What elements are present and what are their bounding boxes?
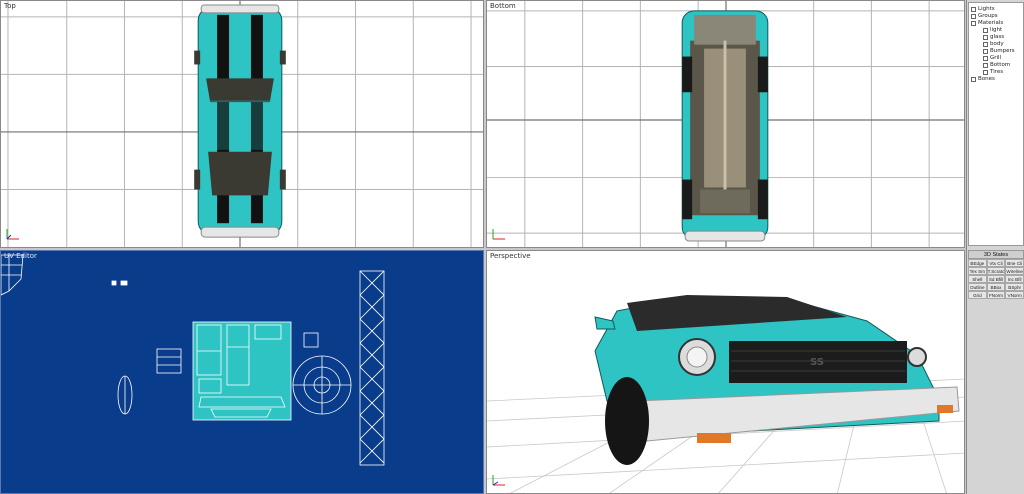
tree-item-glass[interactable]: glass xyxy=(971,34,1021,41)
render-states-panel: 3D States BEdge Vtx Cli Bne Cli Tex Sm T… xyxy=(968,250,1024,299)
top-viewport[interactable]: Top xyxy=(0,0,484,248)
tree-item-body[interactable]: body xyxy=(971,41,1021,48)
tree-item-label: glass xyxy=(990,34,1005,40)
grille-badge: SS xyxy=(810,357,824,368)
state-button[interactable]: BBox xyxy=(986,283,1006,291)
tree-item-label: Lights xyxy=(978,6,995,12)
state-button[interactable]: VNorm xyxy=(1005,291,1024,299)
car-top-model xyxy=(194,4,286,238)
uv-editor-viewport[interactable]: UV Editor xyxy=(0,250,484,494)
viewport-label: Top xyxy=(4,2,16,10)
grid xyxy=(1,1,483,247)
tree-item-label: light xyxy=(990,27,1003,33)
tree-item-label: body xyxy=(990,41,1004,47)
state-button[interactable]: Vtx Cli xyxy=(986,259,1006,267)
car-perspective-model: SS xyxy=(594,295,960,465)
bottom-viewport[interactable]: Bottom xyxy=(486,0,965,248)
state-button[interactable]: Shell xyxy=(968,275,987,283)
tree-item-label: Bones xyxy=(978,76,995,82)
node-icon xyxy=(971,77,976,82)
material-icon xyxy=(983,28,988,33)
state-button[interactable]: FNorm xyxy=(986,291,1006,299)
state-button[interactable]: Wireline xyxy=(1005,267,1024,275)
node-icon xyxy=(971,7,976,12)
node-icon xyxy=(971,21,976,26)
state-button[interactable]: BEdge xyxy=(968,259,987,267)
tree-item-bottom[interactable]: Bottom xyxy=(971,62,1021,69)
state-button[interactable]: T.Scratch xyxy=(986,267,1006,275)
material-icon xyxy=(983,56,988,61)
uv-islands xyxy=(1,254,385,466)
perspective-scene: SS xyxy=(487,295,964,493)
state-button[interactable]: Bne Cli xyxy=(1005,259,1024,267)
grid xyxy=(487,1,964,247)
axis-gizmo xyxy=(6,229,19,240)
tree-item-groups[interactable]: Groups xyxy=(971,13,1021,20)
tree-item-label: Grill xyxy=(990,55,1002,61)
axis-gizmo xyxy=(492,475,505,486)
tree-item-bones[interactable]: Bones xyxy=(971,76,1021,83)
state-button[interactable]: Sd Bfill xyxy=(986,275,1006,283)
state-button[interactable]: BSphr xyxy=(1005,283,1024,291)
scene-tree: Lights Groups Materials light glass body… xyxy=(968,2,1024,246)
tree-item-materials[interactable]: Materials xyxy=(971,20,1021,27)
state-button[interactable]: Tex Sm xyxy=(968,267,987,275)
tree-item-label: Tires xyxy=(990,69,1004,75)
tree-item-label: Materials xyxy=(978,20,1004,26)
tree-item-label: Bumpers xyxy=(990,48,1015,54)
axis-gizmo xyxy=(492,229,505,240)
material-icon xyxy=(983,63,988,68)
states-buttons: BEdge Vtx Cli Bne Cli Tex Sm T.Scratch W… xyxy=(968,259,1024,299)
viewport-label: Perspective xyxy=(490,252,531,260)
material-icon xyxy=(983,49,988,54)
tree-item-bumpers[interactable]: Bumpers xyxy=(971,48,1021,55)
side-panel: Lights Groups Materials light glass body… xyxy=(966,0,1024,494)
tree-item-label: Groups xyxy=(978,13,998,19)
node-icon xyxy=(971,14,976,19)
modeler-window: Top Bottom UV Editor Perspective SS Ligh… xyxy=(0,0,1024,494)
material-icon xyxy=(983,70,988,75)
tree-item-light[interactable]: light xyxy=(971,27,1021,34)
viewport-label: Bottom xyxy=(490,2,516,10)
car-bottom-model xyxy=(681,10,769,242)
tree-item-lights[interactable]: Lights xyxy=(971,6,1021,13)
viewport-label: UV Editor xyxy=(4,252,37,260)
state-button[interactable]: Grid xyxy=(968,291,987,299)
material-icon xyxy=(983,35,988,40)
material-icon xyxy=(983,42,988,47)
states-title: 3D States xyxy=(968,250,1024,259)
tree-item-tires[interactable]: Tires xyxy=(971,69,1021,76)
state-button[interactable]: Outline xyxy=(968,283,987,291)
tree-item-grill[interactable]: Grill xyxy=(971,55,1021,62)
state-button[interactable]: Inc Bfil xyxy=(1005,275,1024,283)
tree-item-label: Bottom xyxy=(990,62,1011,68)
perspective-viewport[interactable]: Perspective SS xyxy=(486,250,965,494)
